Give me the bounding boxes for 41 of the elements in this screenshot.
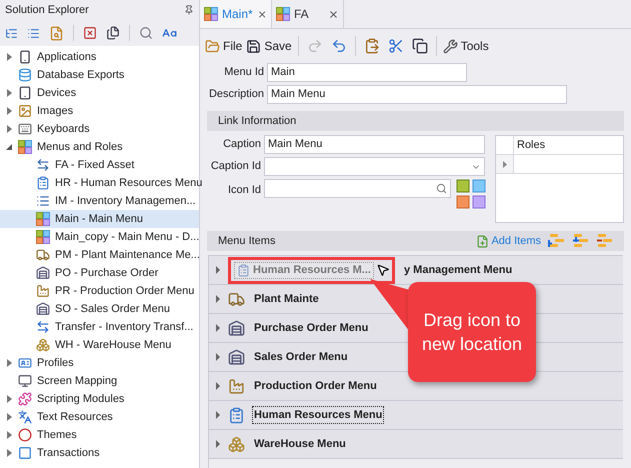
tree-label: Profiles	[37, 356, 74, 371]
tree-label: Keyboards	[37, 122, 90, 137]
tree-label: Applications	[37, 50, 96, 65]
panel-title: Solution Explorer	[5, 2, 89, 18]
menu-item-label: Plant Mainte	[253, 292, 320, 307]
menu-item-label: y Management Menu	[402, 262, 514, 278]
callout-text: Drag icon to new location	[420, 309, 524, 356]
tree-label: Main - Main Menu	[55, 212, 144, 227]
tree-label: Transfer - Inventory Transf...	[55, 320, 194, 335]
tree-label: Scripting Modules	[37, 392, 124, 407]
tree-label: IM - Inventory Managemen...	[55, 194, 196, 209]
tree-label: PO - Purchase Order	[55, 266, 158, 281]
tree-label: Images	[37, 104, 74, 119]
tree-label: Themes	[37, 428, 77, 443]
field-label: Menu Id	[223, 65, 264, 80]
tree-label: Text Resources	[37, 410, 113, 425]
tree-label: PR - Production Order Menu	[55, 284, 194, 299]
tree-label: Transactions	[37, 446, 100, 461]
menu-item-label: WareHouse Menu	[253, 436, 347, 452]
drag-preview: Human Resources M...	[234, 262, 374, 278]
tree-label: Menus and Roles	[37, 140, 123, 155]
section-title: Link Information	[218, 114, 296, 129]
field-label: Caption Id	[210, 159, 261, 174]
tree-label: FA - Fixed Asset	[55, 158, 134, 173]
menu-item-label: Human Resources Menu	[253, 406, 384, 424]
tree-label: Main_copy - Main Menu - D...	[55, 230, 200, 245]
section-title: Menu Items	[218, 234, 276, 249]
field-label: Caption	[222, 137, 261, 152]
tree-label: PM - Plant Maintenance Me...	[55, 248, 200, 263]
menu-item-label: Production Order Menu	[253, 378, 378, 394]
tree-label: Database Exports	[37, 68, 124, 83]
tree-label: Devices	[37, 86, 76, 101]
field-label: Icon Id	[226, 183, 261, 198]
tree-label: WH - WareHouse Menu	[55, 338, 172, 353]
tree-label: HR - Human Resources Menu	[55, 176, 202, 191]
field-label: Description	[208, 87, 264, 102]
tree-label: SO - Sales Order Menu	[55, 302, 170, 317]
tree-label: Screen Mapping	[37, 374, 118, 389]
menu-item-label: Sales Order Menu	[253, 350, 349, 365]
column-header: Roles	[516, 138, 546, 153]
menu-item-label: Purchase Order Menu	[253, 320, 370, 336]
